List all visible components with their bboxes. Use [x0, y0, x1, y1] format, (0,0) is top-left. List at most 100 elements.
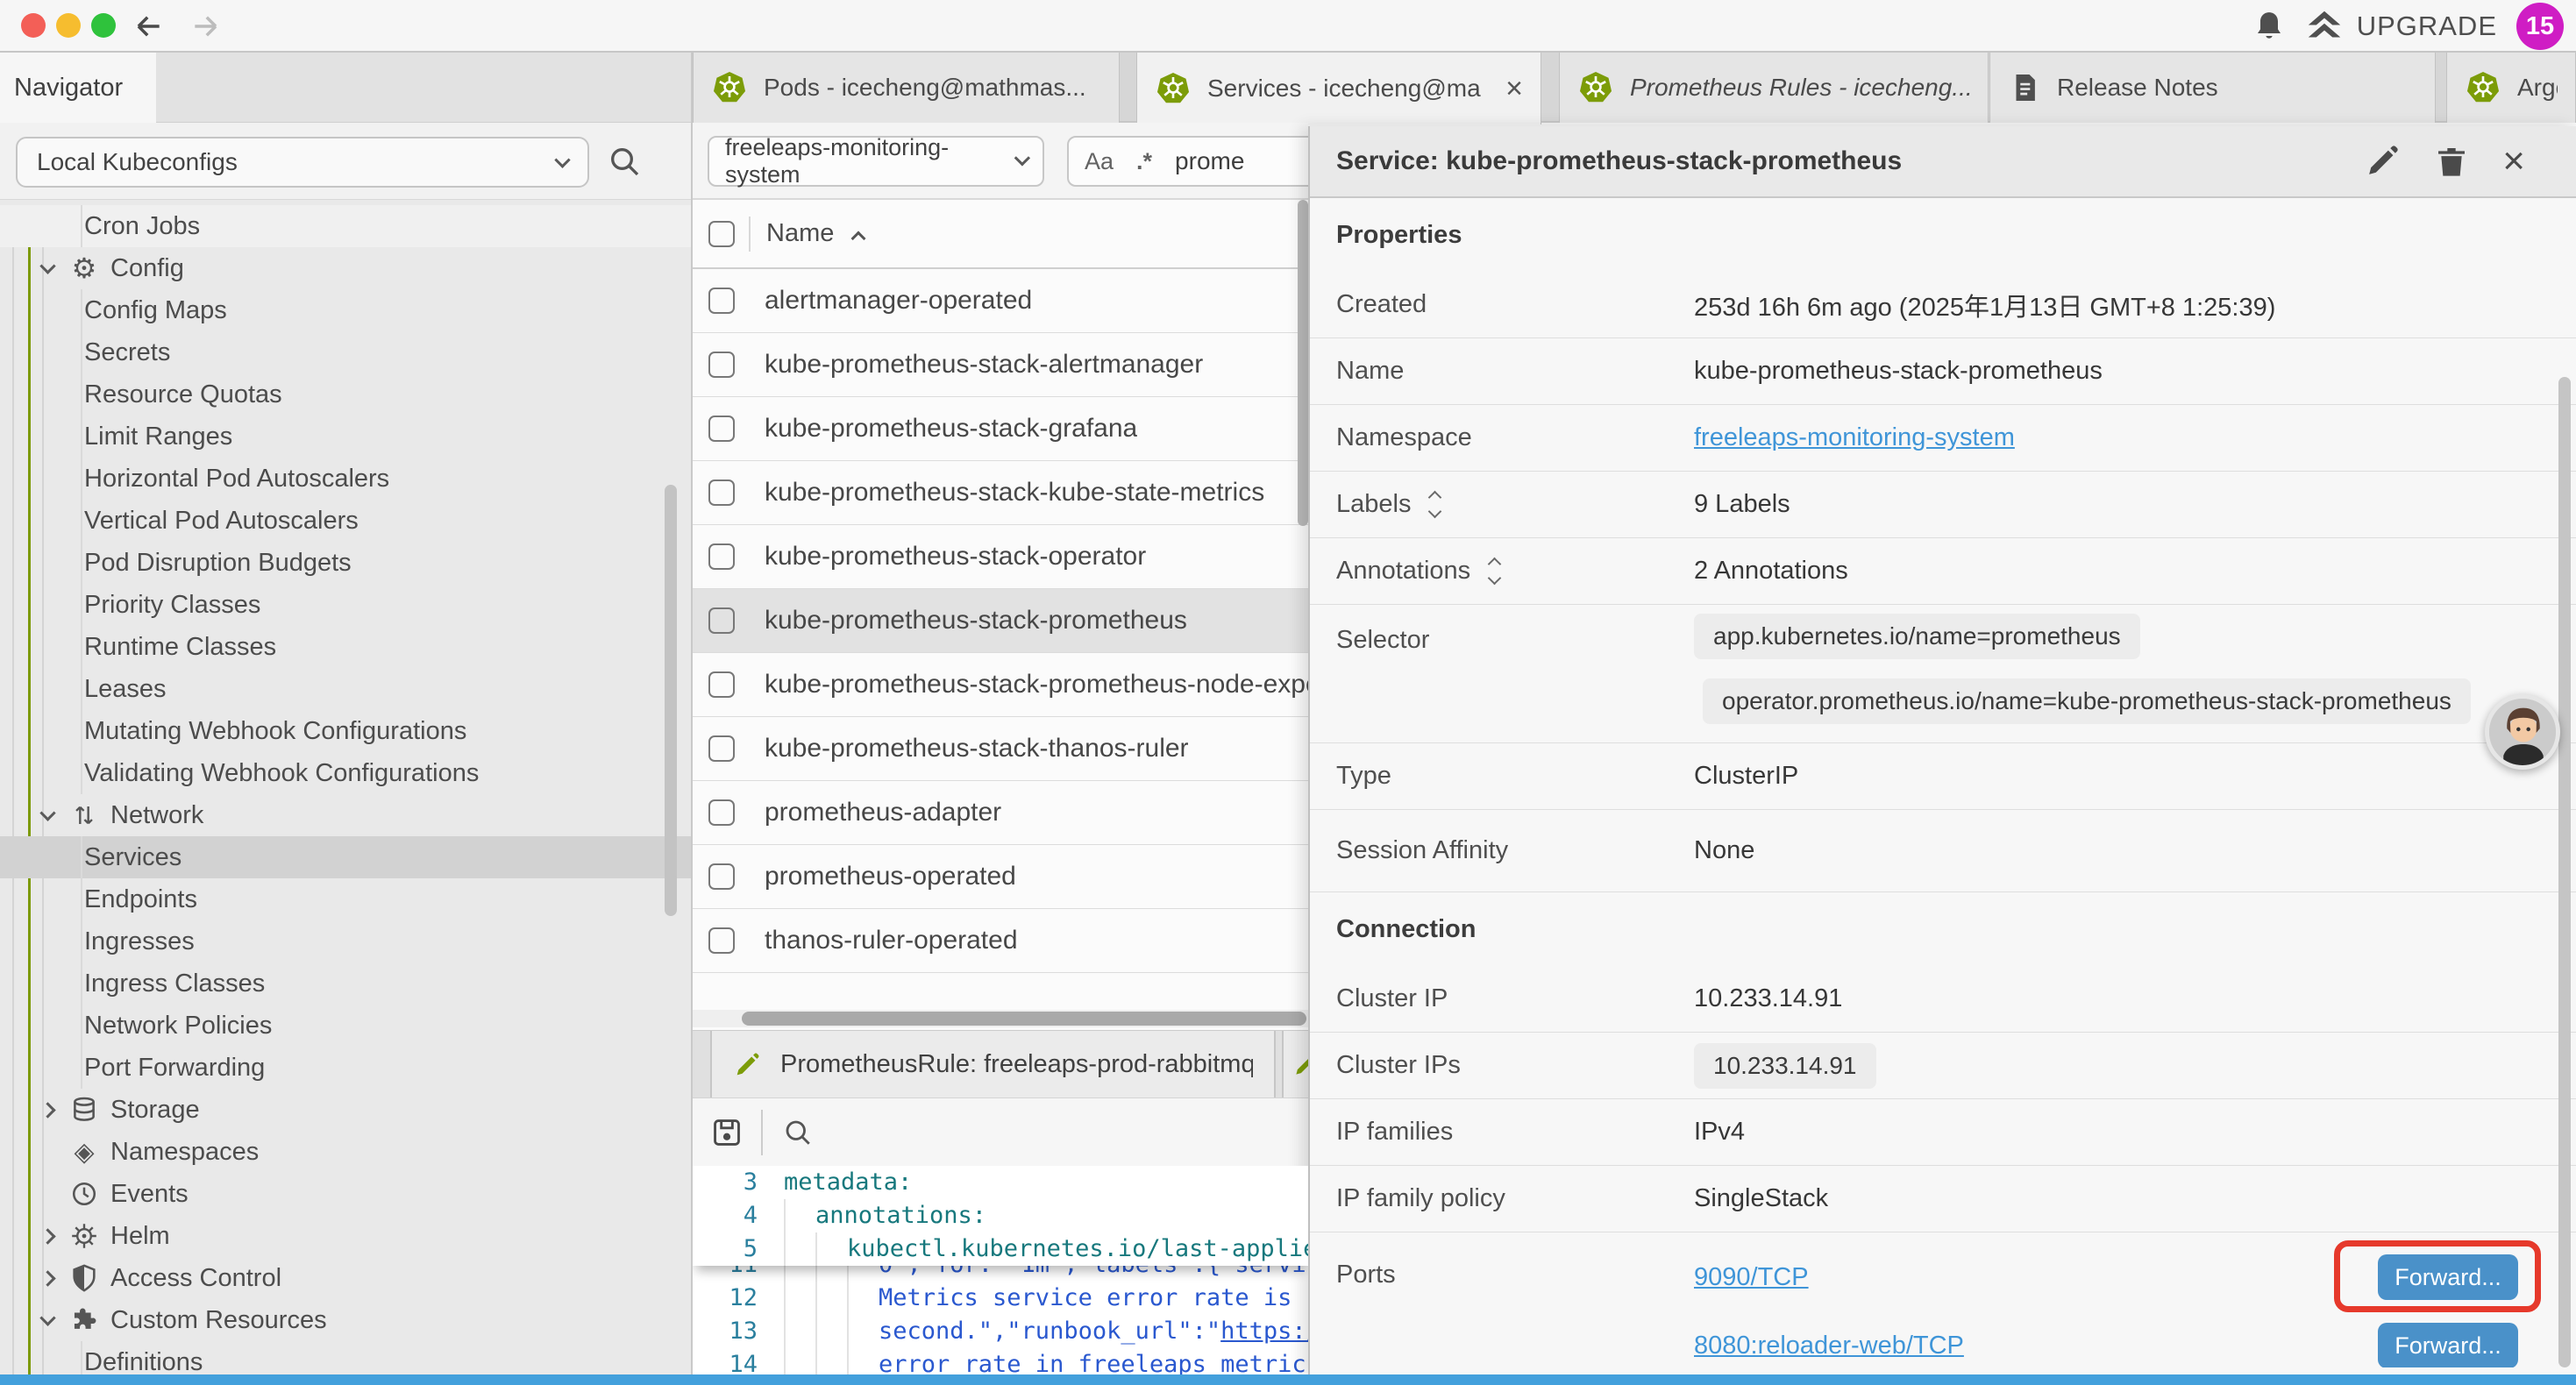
notification-count-badge[interactable]: 15	[2516, 3, 2564, 50]
edit-pencil-icon[interactable]	[2364, 143, 2401, 180]
table-row[interactable]: prometheus-adapter	[693, 781, 1308, 845]
sidebar-item-services[interactable]: Services	[0, 836, 691, 878]
sidebar-item-horizontal-pod-autoscalers[interactable]: Horizontal Pod Autoscalers	[0, 458, 691, 500]
sidebar-item-config[interactable]: ⚙Config	[0, 247, 691, 289]
minimize-window-button[interactable]	[56, 13, 81, 38]
sidebar-item-leases[interactable]: Leases	[0, 668, 691, 710]
sidebar-scrollbar[interactable]	[665, 485, 677, 916]
forward-button[interactable]: Forward...	[2378, 1254, 2518, 1300]
sidebar-item-validating-webhook-configurations[interactable]: Validating Webhook Configurations	[0, 752, 691, 794]
chevron-down-icon[interactable]	[39, 258, 55, 273]
row-checkbox[interactable]	[708, 416, 735, 442]
row-checkbox[interactable]	[708, 479, 735, 506]
port-link[interactable]: 8080:reloader-web/TCP	[1694, 1332, 1964, 1360]
sidebar-search-icon[interactable]	[607, 144, 642, 179]
row-checkbox[interactable]	[708, 543, 735, 570]
editor-search-icon[interactable]	[782, 1117, 814, 1148]
notifications-bell-icon[interactable]	[2252, 9, 2287, 44]
port-link[interactable]: 9090/TCP	[1694, 1263, 1809, 1292]
table-row[interactable]: kube-prometheus-stack-prometheus	[693, 589, 1308, 653]
chevron-right-icon[interactable]	[39, 1102, 55, 1118]
sidebar-item-cron-jobs[interactable]: Cron Jobs	[0, 205, 691, 247]
list-search-input[interactable]: Aa .* prome	[1067, 136, 1321, 187]
row-checkbox[interactable]	[708, 799, 735, 826]
sidebar-item-access-control[interactable]: Access Control	[0, 1257, 691, 1299]
editor-tab[interactable]: PrometheusRule: freeleaps-prod-rabbitmq	[710, 1031, 1276, 1098]
row-checkbox[interactable]	[708, 352, 735, 378]
editor-tab-partial[interactable]	[1282, 1031, 1308, 1098]
sidebar-item-runtime-classes[interactable]: Runtime Classes	[0, 626, 691, 668]
sidebar-item-namespaces[interactable]: ◈Namespaces	[0, 1131, 691, 1173]
list-vertical-scrollbar[interactable]	[1298, 200, 1308, 526]
row-checkbox[interactable]	[708, 863, 735, 890]
sidebar-item-vertical-pod-autoscalers[interactable]: Vertical Pod Autoscalers	[0, 500, 691, 542]
sidebar-item-priority-classes[interactable]: Priority Classes	[0, 584, 691, 626]
code-link[interactable]: https://net	[1220, 1315, 1308, 1348]
table-row[interactable]: kube-prometheus-stack-grafana	[693, 397, 1308, 461]
tab-pods-icecheng-mathmas[interactable]: Pods - icecheng@mathmas...	[693, 53, 1120, 123]
sidebar-item-storage[interactable]: Storage	[0, 1089, 691, 1131]
sidebar-item-custom-resources[interactable]: Custom Resources	[0, 1299, 691, 1341]
chevron-down-icon[interactable]	[39, 805, 55, 820]
table-row[interactable]: alertmanager-operated	[693, 269, 1308, 333]
sidebar-item-resource-quotas[interactable]: Resource Quotas	[0, 373, 691, 416]
tab-argo-se[interactable]: Argo Se	[2446, 53, 2576, 123]
close-window-button[interactable]	[21, 13, 46, 38]
table-row[interactable]: kube-prometheus-stack-prometheus-node-ex…	[693, 653, 1308, 717]
row-checkbox[interactable]	[708, 671, 735, 698]
sidebar-item-endpoints[interactable]: Endpoints	[0, 878, 691, 920]
sidebar-item-ingress-classes[interactable]: Ingress Classes	[0, 962, 691, 1005]
sidebar-item-network-policies[interactable]: Network Policies	[0, 1005, 691, 1047]
list-horizontal-scrollbar[interactable]	[742, 1012, 1306, 1026]
close-icon[interactable]: ×	[2502, 142, 2525, 181]
upgrade-button[interactable]: UPGRADE	[2304, 0, 2497, 53]
sidebar-item-limit-ranges[interactable]: Limit Ranges	[0, 416, 691, 458]
select-all-checkbox[interactable]	[708, 221, 735, 247]
table-row[interactable]: kube-prometheus-stack-thanos-ruler	[693, 717, 1308, 781]
namespace-select[interactable]: freeleaps-monitoring-system	[708, 136, 1044, 187]
chevron-right-icon[interactable]	[39, 1228, 55, 1244]
sidebar-item-helm[interactable]: Helm	[0, 1215, 691, 1257]
value-chip[interactable]: app.kubernetes.io/name=prometheus	[1694, 614, 2140, 659]
table-row[interactable]: thanos-ruler-operated	[693, 909, 1308, 973]
sidebar-item-definitions[interactable]: Definitions	[0, 1341, 691, 1376]
tab-services-icecheng-math[interactable]: Services - icecheng@math...×	[1136, 53, 1541, 124]
forward-button[interactable]: Forward...	[2378, 1323, 2518, 1367]
zoom-window-button[interactable]	[91, 13, 116, 38]
sidebar-item-config-maps[interactable]: Config Maps	[0, 289, 691, 331]
row-checkbox[interactable]	[708, 607, 735, 634]
details-scrollbar[interactable]	[2558, 377, 2571, 1367]
table-row[interactable]: prometheus-operated	[693, 845, 1308, 909]
match-case-toggle[interactable]: Aa	[1085, 148, 1114, 175]
save-icon[interactable]	[710, 1116, 744, 1149]
sidebar-item-network[interactable]: Network	[0, 794, 691, 836]
forward-arrow-icon[interactable]	[189, 10, 223, 43]
table-row[interactable]: kube-prometheus-stack-operator	[693, 525, 1308, 589]
value-chip[interactable]: operator.prometheus.io/name=kube-prometh…	[1703, 678, 2471, 724]
sidebar-item-port-forwarding[interactable]: Port Forwarding	[0, 1047, 691, 1089]
sidebar-item-mutating-webhook-configurations[interactable]: Mutating Webhook Configurations	[0, 710, 691, 752]
sidebar-item-events[interactable]: Events	[0, 1173, 691, 1215]
sidebar-item-pod-disruption-budgets[interactable]: Pod Disruption Budgets	[0, 542, 691, 584]
sidebar-item-secrets[interactable]: Secrets	[0, 331, 691, 373]
kubeconfig-select[interactable]: Local Kubeconfigs	[16, 137, 589, 188]
back-arrow-icon[interactable]	[132, 10, 165, 43]
name-column-header[interactable]: Name	[766, 219, 834, 248]
tab-close-icon[interactable]: ×	[1497, 74, 1523, 103]
table-row[interactable]: kube-prometheus-stack-kube-state-metrics	[693, 461, 1308, 525]
chevron-down-icon[interactable]	[39, 1310, 55, 1325]
namespace-link[interactable]: freeleaps-monitoring-system	[1694, 423, 2015, 452]
delete-trash-icon[interactable]	[2434, 144, 2469, 179]
expand-toggle-icon[interactable]	[1430, 493, 1440, 516]
table-row[interactable]: kube-prometheus-stack-alertmanager	[693, 333, 1308, 397]
tab-release-notes[interactable]: Release Notes	[1989, 53, 2436, 123]
tab-prometheus-rules-icecheng[interactable]: Prometheus Rules - icecheng...	[1559, 53, 1989, 123]
value-chip[interactable]: 10.233.14.91	[1694, 1043, 1876, 1089]
row-checkbox[interactable]	[708, 288, 735, 314]
regex-toggle[interactable]: .*	[1136, 148, 1152, 175]
assistant-avatar[interactable]	[2485, 694, 2560, 770]
chevron-right-icon[interactable]	[39, 1270, 55, 1286]
yaml-editor[interactable]: 3metadata:4annotations:5kubectl.kubernet…	[693, 1166, 1308, 1385]
navigator-tab[interactable]: Navigator	[0, 53, 156, 123]
row-checkbox[interactable]	[708, 735, 735, 762]
